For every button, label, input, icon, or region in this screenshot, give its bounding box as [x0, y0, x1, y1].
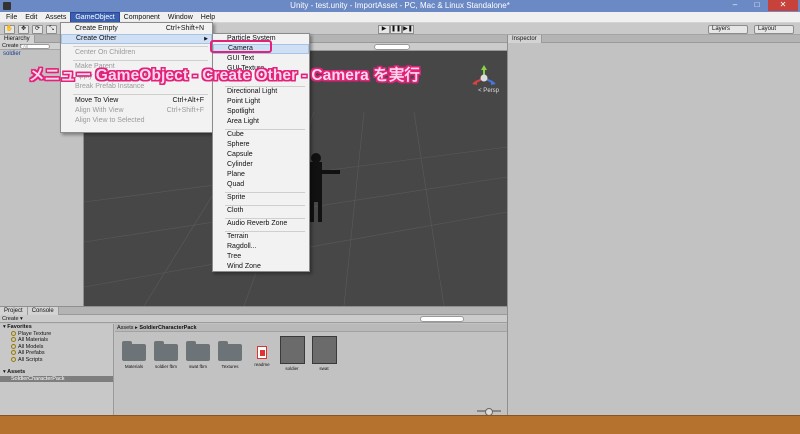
pause-button[interactable]: ❚❚ — [390, 25, 402, 34]
folder-icon — [122, 341, 146, 361]
folder-icon — [154, 341, 178, 361]
folder-icon — [186, 341, 210, 361]
menu-item-cylinder[interactable]: Cylinder — [213, 160, 309, 170]
menu-item-ragdoll[interactable]: Ragdoll... — [213, 242, 309, 252]
play-button[interactable]: ▶ — [378, 25, 390, 34]
menu-item-wind-zone[interactable]: Wind Zone — [213, 262, 309, 272]
menu-help[interactable]: Help — [197, 12, 219, 23]
menu-item-move-to-view[interactable]: Move To View Ctrl+Alt+F — [61, 96, 212, 106]
menu-item-capsule[interactable]: Capsule — [213, 150, 309, 160]
tab-project[interactable]: Project — [0, 307, 28, 315]
breadcrumb-current[interactable]: SoldierCharacterPack — [139, 325, 196, 331]
play-controls: ▶ ❚❚ ▶❚ — [378, 25, 414, 34]
icon-size-slider[interactable] — [477, 408, 501, 416]
menu-window[interactable]: Window — [164, 12, 197, 23]
asset-swat[interactable]: swat — [311, 336, 337, 371]
hierarchy-search-input[interactable]: All — [20, 44, 50, 49]
submenu-arrow-icon: ▶ — [204, 36, 208, 42]
instruction-callout: メニュー GameObject - Create Other - Camera … — [29, 67, 421, 84]
asset-soldier[interactable]: soldier — [279, 336, 305, 371]
project-tree: ▾ Favorites Playe Texture All Materials … — [0, 324, 114, 416]
os-taskbar — [0, 415, 800, 434]
project-panel: Project Console Create ▾ ▾ Favorites Play… — [0, 306, 507, 416]
model-thumbnail — [279, 336, 305, 364]
tab-hierarchy[interactable]: Hierarchy — [0, 35, 35, 43]
menu-gameobject[interactable]: GameObject — [70, 11, 120, 23]
project-create-button[interactable]: Create ▾ — [2, 316, 23, 322]
window-controls: – □ ✕ — [724, 0, 798, 11]
step-button[interactable]: ▶❚ — [402, 25, 414, 34]
tab-console[interactable]: Console — [27, 307, 59, 315]
asset-textures[interactable]: Textures — [217, 341, 243, 369]
menu-item-sprite[interactable]: Sprite — [213, 193, 309, 203]
move-tool-icon[interactable]: ✥ — [18, 25, 29, 34]
breadcrumb-separator-icon: ▸ — [135, 325, 138, 331]
menu-item-audio-reverb-zone[interactable]: Audio Reverb Zone — [213, 219, 309, 229]
search-favorite-icon — [11, 343, 16, 349]
search-favorite-icon — [11, 350, 16, 355]
project-search-input[interactable] — [420, 316, 464, 322]
layout-dropdown[interactable]: Layout — [754, 25, 794, 34]
camera-highlight-box — [210, 40, 272, 53]
menu-item-tree[interactable]: Tree — [213, 252, 309, 262]
window-title-bar: Unity - test.unity - ImportAsset - PC, M… — [0, 0, 800, 12]
rotate-tool-icon[interactable]: ⟳ — [32, 25, 43, 34]
inspector-panel: Inspector — [507, 35, 800, 415]
menu-component[interactable]: Component — [120, 12, 164, 23]
menu-item-point-light[interactable]: Point Light — [213, 97, 309, 107]
menu-file[interactable]: File — [2, 12, 21, 23]
menu-edit[interactable]: Edit — [21, 12, 41, 23]
breadcrumb: Assets ▸ SoldierCharacterPack — [115, 324, 507, 332]
close-button[interactable]: ✕ — [768, 0, 798, 11]
favorite-item[interactable]: All Scripts — [0, 356, 113, 364]
menu-item-cloth[interactable]: Cloth — [213, 206, 309, 216]
menu-item-terrain[interactable]: Terrain — [213, 232, 309, 242]
asset-swat-fbm[interactable]: swat fbm — [185, 341, 211, 369]
asset-folder-soldiercharacterpack[interactable]: SoldierCharacterPack — [0, 375, 113, 382]
menu-item-spotlight[interactable]: Spotlight — [213, 107, 309, 117]
persp-label[interactable]: < Persp — [478, 88, 499, 94]
hand-tool-icon[interactable]: ✋ — [4, 25, 15, 34]
menu-item-directional-light[interactable]: Directional Light — [213, 87, 309, 97]
menu-item-quad[interactable]: Quad — [213, 180, 309, 190]
minimize-button[interactable]: – — [724, 0, 746, 11]
menu-assets[interactable]: Assets — [41, 12, 70, 23]
tab-inspector[interactable]: Inspector — [508, 35, 542, 43]
menu-item-center-on-children[interactable]: Center On Children — [61, 48, 212, 58]
asset-soldier-fbm[interactable]: soldier fbm — [153, 341, 179, 369]
menu-item-cube[interactable]: Cube — [213, 130, 309, 140]
asset-browser: Assets ▸ SoldierCharacterPack Materials … — [115, 324, 507, 416]
scale-tool-icon[interactable]: ⤡ — [46, 25, 57, 34]
menu-item-align-with-view[interactable]: Align With View Ctrl+Shift+F — [61, 106, 212, 116]
search-favorite-icon — [11, 330, 16, 336]
pdf-document-icon — [257, 346, 267, 359]
layers-dropdown[interactable]: Layers — [708, 25, 748, 34]
breadcrumb-assets[interactable]: Assets — [117, 325, 134, 331]
folder-icon — [218, 341, 242, 361]
menu-item-create-other[interactable]: Create Other ▶ — [61, 34, 212, 44]
window-title: Unity - test.unity - ImportAsset - PC, M… — [290, 1, 510, 10]
menu-item-create-empty[interactable]: Create Empty Ctrl+Shift+N — [61, 24, 212, 34]
asset-readme[interactable]: readme — [249, 344, 275, 367]
asset-materials[interactable]: Materials — [121, 341, 147, 369]
menu-item-align-view-to-selected[interactable]: Align View to Selected — [61, 116, 212, 126]
search-favorite-icon — [11, 356, 16, 362]
model-thumbnail — [311, 336, 337, 364]
menu-item-plane[interactable]: Plane — [213, 170, 309, 180]
maximize-button[interactable]: □ — [746, 0, 768, 11]
search-favorite-icon — [11, 337, 16, 342]
menu-item-sphere[interactable]: Sphere — [213, 140, 309, 150]
menu-item-area-light[interactable]: Area Light — [213, 117, 309, 127]
scene-search-input[interactable] — [374, 44, 410, 50]
